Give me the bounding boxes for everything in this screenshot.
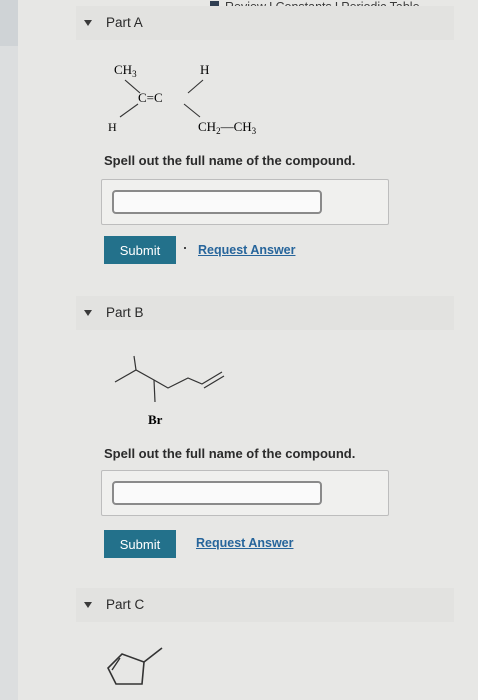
carbon-chain bbox=[114, 369, 223, 389]
double-bond-label: C=C bbox=[138, 90, 163, 105]
separator-dot bbox=[184, 247, 186, 249]
part-a-label: Part A bbox=[106, 15, 143, 30]
double-bond-line bbox=[203, 375, 225, 389]
part-a-answer-box bbox=[101, 179, 389, 225]
part-b-structure: Br bbox=[114, 355, 225, 427]
h-bottom-label: H bbox=[108, 120, 117, 134]
h-top-label: H bbox=[200, 62, 209, 77]
part-b-submit-button[interactable]: Submit bbox=[104, 530, 176, 558]
part-b-label: Part B bbox=[106, 305, 144, 320]
bond-line bbox=[119, 103, 139, 118]
part-b-answer-input[interactable] bbox=[112, 481, 322, 505]
bond-line bbox=[187, 79, 204, 94]
part-a-request-answer-link[interactable]: Request Answer bbox=[198, 243, 295, 257]
part-a-submit-button[interactable]: Submit bbox=[104, 236, 176, 264]
part-c-header[interactable]: Part C bbox=[76, 588, 454, 622]
ethyl-label: CH2—CH3 bbox=[198, 119, 257, 136]
collapse-caret-icon[interactable] bbox=[84, 310, 92, 316]
left-rail bbox=[0, 0, 18, 700]
part-c-structure bbox=[107, 647, 163, 685]
part-a-prompt: Spell out the full name of the compound. bbox=[104, 153, 356, 168]
left-rail-highlight bbox=[0, 0, 18, 46]
part-a-structure: CH3 H C=C H CH2—CH3 bbox=[108, 62, 257, 136]
part-b-answer-box bbox=[101, 470, 389, 516]
part-b-prompt: Spell out the full name of the compound. bbox=[104, 446, 356, 461]
methyl-substituent bbox=[143, 647, 163, 663]
methyl-label: CH3 bbox=[114, 62, 137, 79]
part-b-request-answer-link[interactable]: Request Answer bbox=[196, 536, 293, 550]
methyl-branch bbox=[133, 355, 137, 371]
collapse-caret-icon[interactable] bbox=[84, 20, 92, 26]
bromine-label: Br bbox=[148, 412, 163, 427]
part-b-header[interactable]: Part B bbox=[76, 296, 454, 330]
bromo-bond bbox=[153, 379, 156, 403]
part-a-answer-input[interactable] bbox=[112, 190, 322, 214]
bond-line bbox=[183, 103, 201, 118]
part-a-header[interactable]: Part A bbox=[76, 6, 454, 40]
collapse-caret-icon[interactable] bbox=[84, 602, 92, 608]
part-c-label: Part C bbox=[106, 597, 145, 612]
